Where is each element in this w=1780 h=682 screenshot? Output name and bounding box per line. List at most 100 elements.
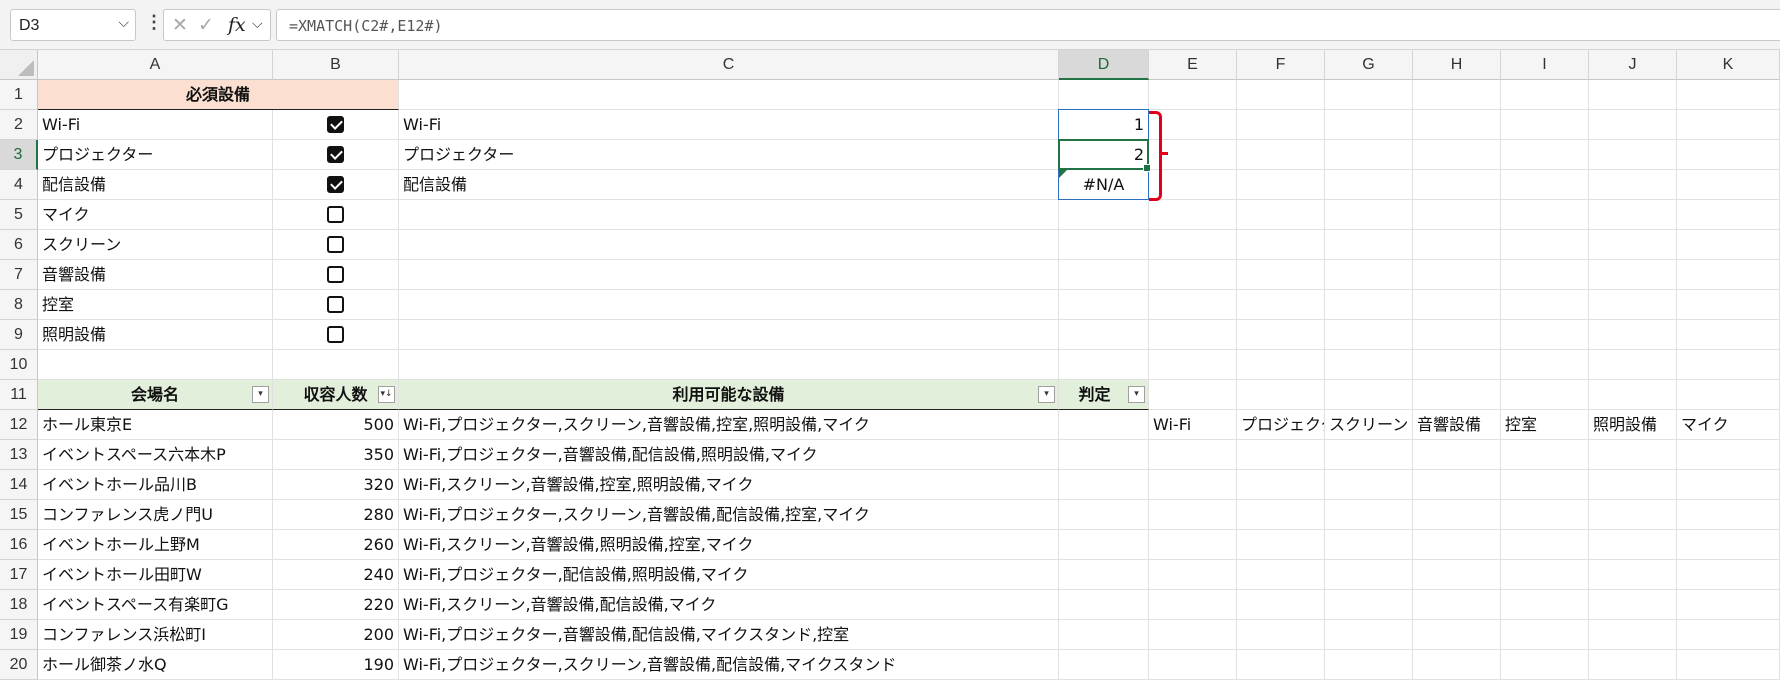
cell-j14[interactable]	[1589, 470, 1677, 500]
cell-i7[interactable]	[1501, 260, 1589, 290]
cell-j2[interactable]	[1589, 110, 1677, 140]
table-row-capacity[interactable]: 280	[273, 500, 399, 530]
cell-c10[interactable]	[399, 350, 1059, 380]
cell-j5[interactable]	[1589, 200, 1677, 230]
table-row-equipment[interactable]: Wi-Fi,スクリーン,音響設備,配信設備,マイク	[399, 590, 1059, 620]
more-options-icon[interactable]: ⋮	[145, 12, 163, 33]
cell-j11[interactable]	[1589, 380, 1677, 410]
error-indicator-icon[interactable]	[1059, 170, 1067, 178]
cell-k11[interactable]	[1677, 380, 1780, 410]
cell-d7[interactable]	[1059, 260, 1149, 290]
required-item-name[interactable]: スクリーン	[38, 230, 273, 260]
required-item-checkbox-cell[interactable]	[273, 260, 399, 290]
column-header-i[interactable]: I	[1501, 50, 1589, 80]
table-row-equipment[interactable]: Wi-Fi,プロジェクター,音響設備,配信設備,照明設備,マイク	[399, 440, 1059, 470]
table-row-venue[interactable]: イベントホール品川B	[38, 470, 273, 500]
cell-f14[interactable]	[1237, 470, 1325, 500]
cell-g2[interactable]	[1325, 110, 1413, 140]
table-row-venue[interactable]: ホール東京E	[38, 410, 273, 440]
cell-i10[interactable]	[1501, 350, 1589, 380]
checked-checkbox-icon[interactable]	[327, 146, 344, 163]
cell-g5[interactable]	[1325, 200, 1413, 230]
row-header-18[interactable]: 18	[0, 590, 38, 620]
row-header-11[interactable]: 11	[0, 380, 38, 410]
cell-g7[interactable]	[1325, 260, 1413, 290]
table-row-equipment[interactable]: Wi-Fi,プロジェクター,スクリーン,音響設備,控室,照明設備,マイク	[399, 410, 1059, 440]
required-item-name[interactable]: プロジェクター	[38, 140, 273, 170]
cell-e2[interactable]	[1149, 110, 1237, 140]
cell-f4[interactable]	[1237, 170, 1325, 200]
cell-f19[interactable]	[1237, 620, 1325, 650]
cell-g14[interactable]	[1325, 470, 1413, 500]
cell-h16[interactable]	[1413, 530, 1501, 560]
cell-e1[interactable]	[1149, 80, 1237, 110]
cell-d17[interactable]	[1059, 560, 1149, 590]
cell-j15[interactable]	[1589, 500, 1677, 530]
cell-k20[interactable]	[1677, 650, 1780, 680]
column-header-e[interactable]: E	[1149, 50, 1237, 80]
required-item-name[interactable]: Wi-Fi	[38, 110, 273, 140]
table-header-capacity[interactable]: 収容人数 ▾↓	[273, 380, 399, 410]
cell-g15[interactable]	[1325, 500, 1413, 530]
cell-j6[interactable]	[1589, 230, 1677, 260]
table-row-capacity[interactable]: 200	[273, 620, 399, 650]
required-item-name[interactable]: 控室	[38, 290, 273, 320]
row-header-5[interactable]: 5	[0, 200, 38, 230]
spilled-equipment[interactable]: 照明設備	[1589, 410, 1677, 440]
cell-k10[interactable]	[1677, 350, 1780, 380]
column-header-k[interactable]: K	[1677, 50, 1780, 80]
cell-j7[interactable]	[1589, 260, 1677, 290]
cell-i18[interactable]	[1501, 590, 1589, 620]
table-row-capacity[interactable]: 190	[273, 650, 399, 680]
cell-i1[interactable]	[1501, 80, 1589, 110]
cell-i8[interactable]	[1501, 290, 1589, 320]
cell-f8[interactable]	[1237, 290, 1325, 320]
spilled-equipment[interactable]: プロジェクター	[1237, 410, 1325, 440]
cell-b10[interactable]	[273, 350, 399, 380]
cell-f2[interactable]	[1237, 110, 1325, 140]
cell-g18[interactable]	[1325, 590, 1413, 620]
table-row-equipment[interactable]: Wi-Fi,スクリーン,音響設備,照明設備,控室,マイク	[399, 530, 1059, 560]
unchecked-checkbox-icon[interactable]	[327, 266, 344, 283]
filtered-equipment[interactable]: プロジェクター	[399, 140, 1059, 170]
cell-g11[interactable]	[1325, 380, 1413, 410]
cell-d12[interactable]	[1059, 410, 1149, 440]
cell-j3[interactable]	[1589, 140, 1677, 170]
cell-k13[interactable]	[1677, 440, 1780, 470]
cell-d1[interactable]	[1059, 80, 1149, 110]
required-item-name[interactable]: 照明設備	[38, 320, 273, 350]
column-header-g[interactable]: G	[1325, 50, 1413, 80]
cell-h6[interactable]	[1413, 230, 1501, 260]
table-row-capacity[interactable]: 240	[273, 560, 399, 590]
required-item-name[interactable]: 音響設備	[38, 260, 273, 290]
row-header-15[interactable]: 15	[0, 500, 38, 530]
cell-h19[interactable]	[1413, 620, 1501, 650]
cell-j17[interactable]	[1589, 560, 1677, 590]
cell-k7[interactable]	[1677, 260, 1780, 290]
spilled-equipment[interactable]: マイク	[1677, 410, 1780, 440]
cell-k5[interactable]	[1677, 200, 1780, 230]
cell-c5[interactable]	[399, 200, 1059, 230]
cell-f11[interactable]	[1237, 380, 1325, 410]
required-item-checkbox-cell[interactable]	[273, 320, 399, 350]
cell-h1[interactable]	[1413, 80, 1501, 110]
spilled-equipment[interactable]: スクリーン	[1325, 410, 1413, 440]
table-row-capacity[interactable]: 350	[273, 440, 399, 470]
cell-k17[interactable]	[1677, 560, 1780, 590]
cell-e6[interactable]	[1149, 230, 1237, 260]
table-row-equipment[interactable]: Wi-Fi,プロジェクター,配信設備,照明設備,マイク	[399, 560, 1059, 590]
filter-dropdown-icon[interactable]: ▾	[252, 386, 269, 403]
cell-k15[interactable]	[1677, 500, 1780, 530]
checked-checkbox-icon[interactable]	[327, 116, 344, 133]
required-item-name[interactable]: マイク	[38, 200, 273, 230]
unchecked-checkbox-icon[interactable]	[327, 206, 344, 223]
row-header-3[interactable]: 3	[0, 140, 38, 170]
cell-k6[interactable]	[1677, 230, 1780, 260]
table-header-equipment[interactable]: 利用可能な設備 ▾	[399, 380, 1059, 410]
cell-d5[interactable]	[1059, 200, 1149, 230]
filtered-equipment[interactable]: Wi-Fi	[399, 110, 1059, 140]
cell-f17[interactable]	[1237, 560, 1325, 590]
cell-i3[interactable]	[1501, 140, 1589, 170]
table-row-equipment[interactable]: Wi-Fi,プロジェクター,スクリーン,音響設備,配信設備,控室,マイク	[399, 500, 1059, 530]
cell-k2[interactable]	[1677, 110, 1780, 140]
